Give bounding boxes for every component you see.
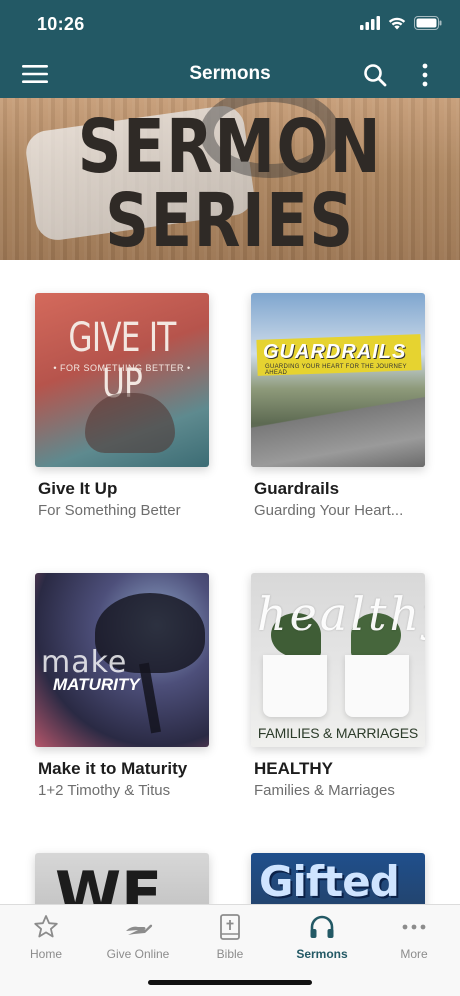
series-card-healthy[interactable]: healthy FAMILIES & MARRIAGES HEALTHY Fam… [251,573,427,799]
tab-label: More [400,947,428,961]
tab-label: Give Online [106,947,170,961]
tab-label: Bible [216,947,244,961]
banner-title-line2: SERIES [105,178,355,260]
series-card-guardrails[interactable]: GUARDRAILS GUARDING YOUR HEART FOR THE J… [251,293,427,519]
artwork-title: healthy [257,587,425,641]
battery-icon [414,16,442,30]
series-subtitle: 1+2 Timothy & Titus [38,782,171,799]
series-title[interactable]: HEALTHY [254,759,427,779]
tab-more[interactable]: More [368,913,460,961]
overflow-menu-icon[interactable] [413,62,437,88]
top-bar: 10:26 Sermons [0,0,460,98]
artwork-title: Gifted [259,857,400,906]
app-bar: Sermons [0,50,460,98]
home-indicator[interactable] [148,980,312,985]
tree-trunk-graphic [138,662,162,734]
giving-hand-icon [126,924,153,935]
tab-bible[interactable]: Bible [184,913,276,961]
tab-label: Home [29,947,62,961]
tab-give-online[interactable]: Give Online [92,913,184,961]
series-artwork[interactable]: GUARDRAILS GUARDING YOUR HEART FOR THE J… [251,293,425,467]
more-dots-icon [402,924,426,930]
sermon-series-banner: SERMON SERIES [0,98,460,260]
road-graphic [251,397,425,467]
pot-graphic [345,655,409,717]
wifi-icon [388,17,406,30]
series-card-give-it-up[interactable]: GIVE IT UP • FOR SOMETHING BETTER • Give… [35,293,211,519]
signal-icon [360,16,380,30]
series-title[interactable]: Make it to Maturity [38,759,211,779]
artwork-title: GUARDRAILS [263,341,407,363]
series-artwork[interactable]: make MATURITY [35,573,209,747]
status-time: 10:26 [37,14,85,34]
series-subtitle: Guarding Your Heart... [254,502,404,519]
series-subtitle: For Something Better [38,502,181,519]
search-icon[interactable] [362,62,388,88]
page-title: Sermons [189,63,271,84]
tab-label: Sermons [296,947,348,961]
status-icons [360,16,442,30]
status-bar: 10:26 [0,0,460,50]
artwork-subtitle: FAMILIES & MARRIAGES [257,725,419,741]
headphones-icon [310,915,334,938]
series-subtitle: Families & Marriages [254,782,395,799]
artwork-subtitle: GUARDING YOUR HEART FOR THE JOURNEY AHEA… [265,364,407,376]
series-card-make-it-to-maturity[interactable]: make MATURITY Make it to Maturity 1+2 Ti… [35,573,211,799]
tab-sermons[interactable]: Sermons [276,913,368,961]
bible-icon [220,914,240,940]
series-title[interactable]: Give It Up [38,479,211,499]
artwork-subtitle: • FOR SOMETHING BETTER • [53,363,191,373]
artwork-subtitle: MATURITY [53,675,140,694]
tab-home[interactable]: Home [0,913,92,961]
series-artwork[interactable]: GIVE IT UP • FOR SOMETHING BETTER • [35,293,209,467]
series-title[interactable]: Guardrails [254,479,427,499]
star-icon [34,915,58,938]
series-artwork[interactable]: healthy FAMILIES & MARRIAGES [251,573,425,747]
pot-graphic [263,655,327,717]
